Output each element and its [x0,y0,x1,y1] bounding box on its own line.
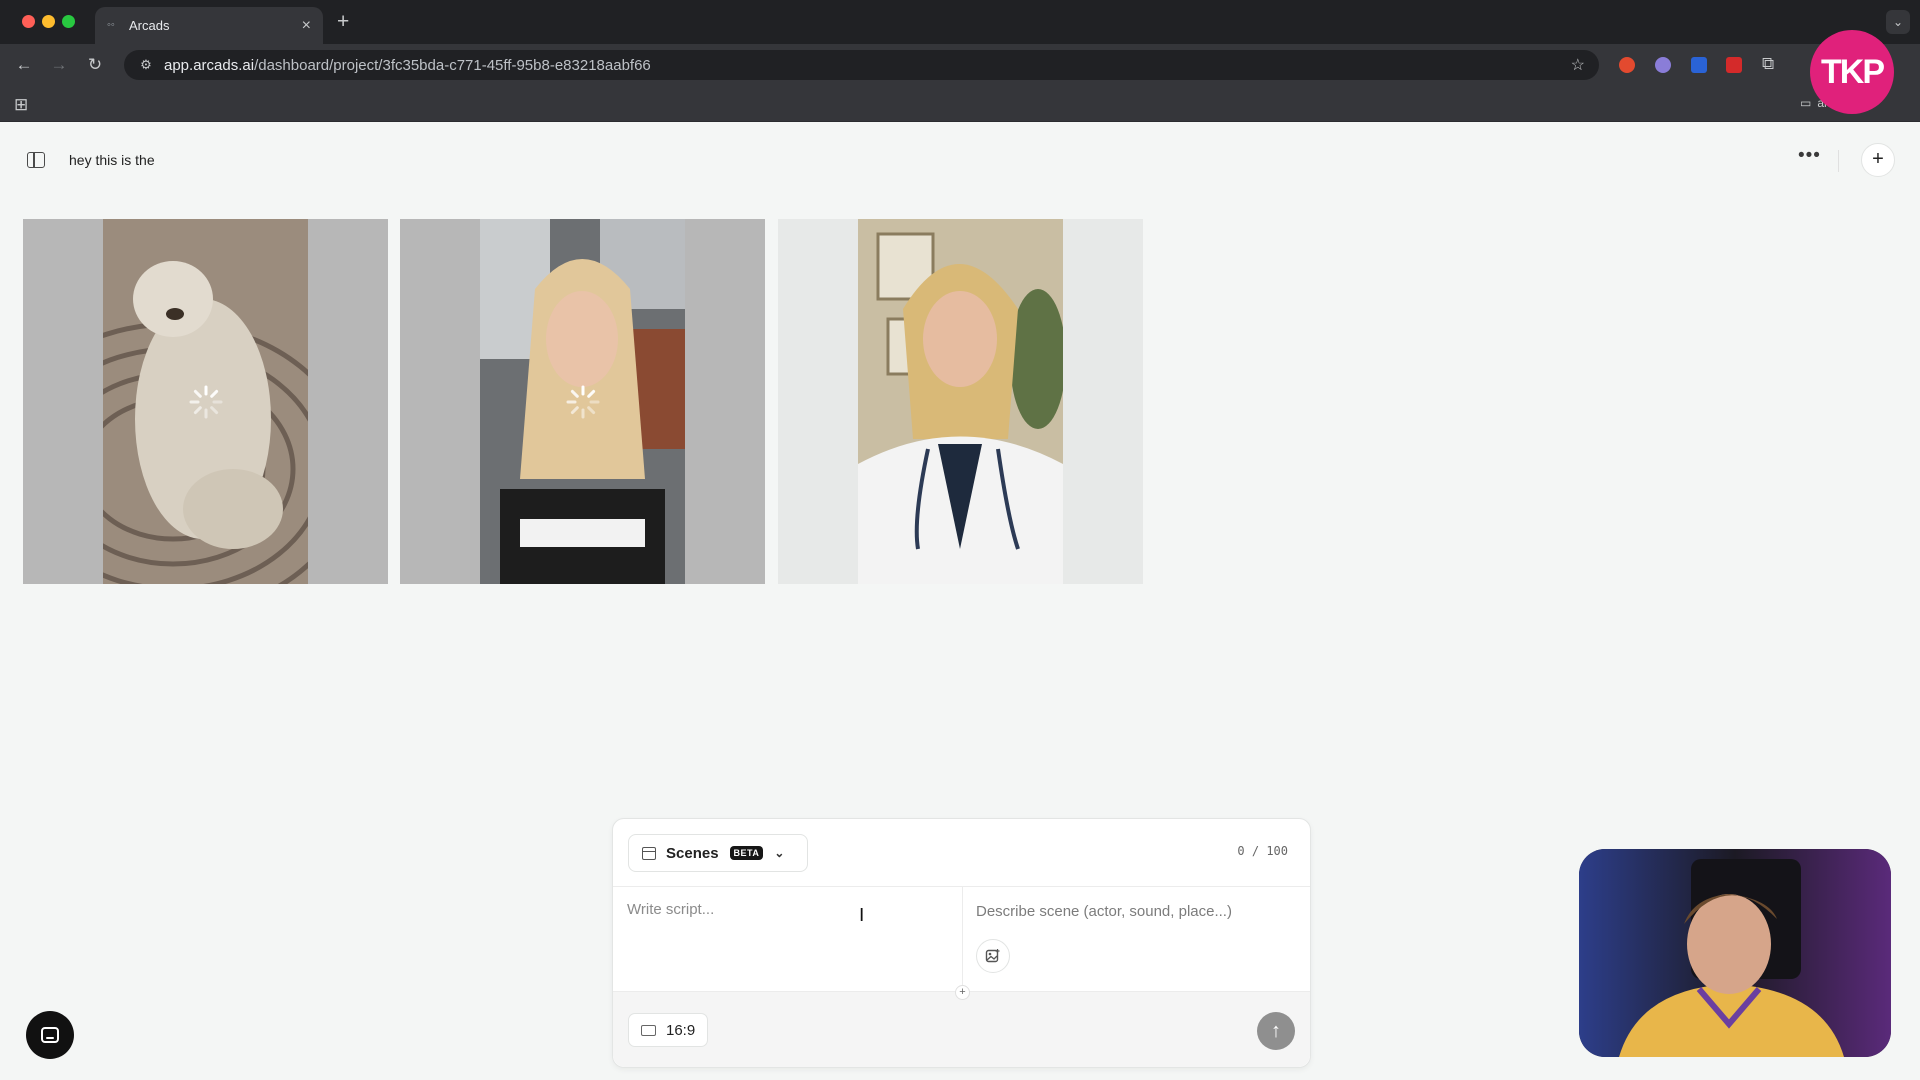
extension-red-icon[interactable] [1726,57,1742,73]
more-options-button[interactable]: ••• [1798,145,1821,167]
browser-tab-bar: ◦◦ Arcads × + ⌄ [0,0,1920,44]
project-title[interactable]: hey this is the [69,152,155,168]
extensions-puzzle-icon[interactable]: ⧉ [1762,54,1774,74]
tab-favicon-icon: ◦◦ [107,18,115,31]
apps-grid-icon[interactable]: ⊞ [14,95,28,115]
composer-column-divider [962,886,963,992]
mode-dropdown[interactable]: Scenes BETA ⌄ [628,834,808,872]
video-card-woman-car[interactable] [400,219,765,584]
chat-bubble-icon [41,1027,59,1043]
extension-fox-icon[interactable] [1619,57,1635,73]
browser-toolbar: ← → ↻ ⚙ app.arcads.ai/dashboard/project/… [0,44,1920,86]
aspect-ratio-icon [641,1024,656,1036]
add-button[interactable]: + [1861,143,1895,177]
chevron-down-icon: ⌄ [774,846,785,860]
scene-description-input[interactable] [976,903,1296,920]
new-tab-button[interactable]: + [337,10,349,34]
url-text: app.arcads.ai/dashboard/project/3fc35bda… [164,57,1571,74]
aspect-ratio-label: 16:9 [666,1021,696,1039]
character-counter: 0 / 100 [1237,844,1288,858]
mode-label: Scenes [666,844,719,862]
text-cursor-icon: Ⅰ [859,905,865,925]
window-close-button[interactable] [22,15,35,28]
send-button[interactable]: ↑ [1257,1012,1295,1050]
composer-footer [613,991,1310,1067]
address-bar[interactable]: ⚙ app.arcads.ai/dashboard/project/3fc35b… [124,50,1599,80]
forward-arrow-icon[interactable]: → [47,53,71,77]
video-card-dog[interactable] [23,219,388,584]
back-arrow-icon[interactable]: ← [12,53,36,77]
doctor-thumbnail [858,219,1063,584]
bookmark-star-icon[interactable]: ☆ [1571,55,1585,75]
url-path: /dashboard/project/3fc35bda-c771-45ff-95… [254,56,651,74]
image-add-icon [985,949,1000,963]
add-scene-button[interactable]: + [955,985,970,1000]
support-chat-button[interactable] [26,1011,74,1059]
header-divider [1838,150,1839,172]
extension-cloud-icon[interactable] [1655,57,1671,73]
bookmarks-bar: ⊞ ▭arks [0,86,1920,122]
site-settings-icon[interactable]: ⚙ [136,55,156,75]
add-image-button[interactable] [976,939,1010,973]
window-minimize-button[interactable] [42,15,55,28]
scene-composer: Scenes BETA ⌄ 0 / 100 Ⅰ + 16:9 ↑ [612,818,1311,1068]
browser-tab-arcads[interactable]: ◦◦ Arcads × [95,7,323,44]
folder-icon: ▭ [1800,96,1812,110]
url-host: app.arcads.ai [164,56,255,74]
clapperboard-icon [642,846,656,860]
tab-close-icon[interactable]: × [302,17,311,35]
webcam-overlay [1579,849,1891,1057]
tab-title: Arcads [129,18,170,33]
script-input[interactable] [627,901,947,918]
window-zoom-button[interactable] [62,15,75,28]
aspect-ratio-button[interactable]: 16:9 [628,1013,708,1047]
video-card-doctor[interactable] [778,219,1143,584]
loading-spinner-icon [566,385,599,418]
beta-badge: BETA [729,846,764,860]
webcam-feed-image [1579,849,1891,1057]
sidebar-toggle-icon[interactable] [27,152,45,168]
loading-spinner-icon [189,385,222,418]
streamer-logo-badge: TKP [1810,30,1894,114]
reload-icon[interactable]: ↻ [83,53,107,77]
extension-shield-icon[interactable] [1691,57,1707,73]
tab-search-chevron-icon[interactable]: ⌄ [1886,10,1910,34]
